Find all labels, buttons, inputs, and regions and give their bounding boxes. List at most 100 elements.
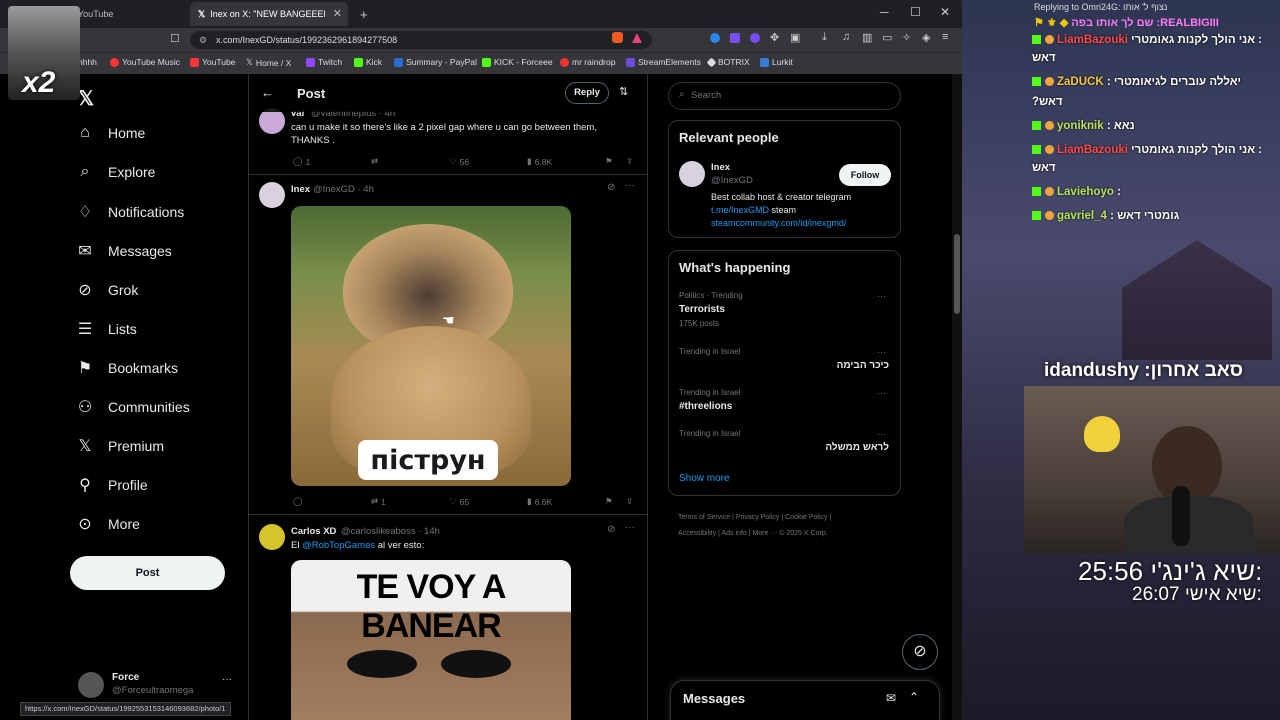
- messages-drawer[interactable]: Messages ✉ ⌃: [670, 680, 940, 720]
- bookmark-item[interactable]: 𝕏 Home / X: [246, 57, 291, 68]
- like-stat[interactable]: ♡ 65: [449, 496, 469, 507]
- sidebar-icon[interactable]: ▥: [862, 31, 872, 44]
- retweet-stat[interactable]: ⇄ 1: [371, 496, 386, 507]
- maximize-icon[interactable]: ☐: [910, 5, 921, 19]
- brave-shield-icon[interactable]: [612, 32, 623, 43]
- reply-stat[interactable]: ◯ 1: [293, 156, 310, 167]
- bookmark-item[interactable]: mr raindrop: [560, 57, 615, 67]
- more-dots-icon[interactable]: ···: [877, 347, 886, 357]
- bio-link[interactable]: t.me/InexGMD: [711, 205, 769, 215]
- bookmark-item[interactable]: Kick: [354, 57, 382, 67]
- vpn-icon[interactable]: ◈: [922, 31, 930, 44]
- nav-explore[interactable]: ⌕ Explore: [76, 163, 156, 181]
- bookmark-item[interactable]: YouTube Music: [110, 57, 180, 67]
- minimize-icon[interactable]: ─: [880, 5, 889, 19]
- avatar[interactable]: [679, 161, 705, 187]
- more-dots-icon[interactable]: ···: [877, 429, 886, 439]
- views-stat[interactable]: ▮ 6.6K: [527, 496, 552, 507]
- footer-links[interactable]: Terms of Service | Privacy Policy | Cook…: [678, 510, 902, 542]
- page-title: Post: [297, 86, 326, 101]
- retweet-icon[interactable]: ⇄: [371, 156, 378, 167]
- leo-icon[interactable]: ✧: [902, 31, 911, 44]
- bookmark-item[interactable]: Summary - PayPal: [394, 57, 477, 67]
- nav-premium[interactable]: 𝕏 Premium: [76, 436, 164, 456]
- trend-item[interactable]: Trending in Israel לראש ממשלה ···: [679, 429, 889, 453]
- grok-icon[interactable]: ⊘: [607, 182, 615, 193]
- grok-icon[interactable]: ⊘: [607, 524, 615, 535]
- nav-lists[interactable]: ☰ Lists: [76, 319, 137, 339]
- tweet[interactable]: val @valentinepius · 4h can u make it so…: [249, 104, 647, 180]
- menu-icon[interactable]: ≡: [942, 31, 948, 43]
- extension-icon[interactable]: [750, 33, 760, 43]
- download-icon[interactable]: ⤓: [822, 31, 827, 44]
- nav-communities[interactable]: ⚇ Communities: [76, 397, 190, 417]
- nav-home[interactable]: ⌂ Home: [76, 124, 145, 142]
- tweet[interactable]: Carlos XD @carloslikeaboss · 14h ⊘ ··· E…: [249, 522, 647, 720]
- follow-button[interactable]: Follow: [839, 164, 891, 186]
- extension-icon[interactable]: [730, 33, 740, 43]
- nav-more[interactable]: ⊙ More: [76, 514, 140, 534]
- bookmark-item[interactable]: BOTRIX: [706, 57, 750, 67]
- show-more-link[interactable]: Show more: [679, 473, 730, 484]
- trend-item[interactable]: Trending in Israel #threelions ···: [679, 388, 889, 412]
- mention-link[interactable]: @RobTopGames: [302, 540, 375, 551]
- wallet-icon[interactable]: ▭: [882, 31, 892, 44]
- views-stat[interactable]: ▮ 6.8K: [527, 156, 552, 167]
- media-icon[interactable]: ♫: [842, 31, 850, 43]
- scrollbar-thumb[interactable]: [954, 234, 960, 314]
- extension-icon[interactable]: [710, 33, 720, 43]
- back-arrow-icon[interactable]: ←: [261, 85, 274, 100]
- tweet-image[interactable]: TE VOY A BANEAR: [291, 560, 571, 720]
- like-stat[interactable]: ♡ 56: [449, 156, 469, 167]
- more-dots-icon[interactable]: ···: [625, 522, 635, 533]
- bookmark-icon[interactable]: ☐: [170, 32, 180, 45]
- search-input[interactable]: ⌕ Search: [668, 82, 901, 110]
- tweet[interactable]: Inex @InexGD · 4h ⊘ ··· піструн ◯ ⇄ 1 ♡ 65…: [249, 180, 647, 510]
- chevron-up-icon[interactable]: ⌃: [909, 690, 919, 704]
- bookmark-item[interactable]: KICK - Forceee: [482, 57, 553, 67]
- nav-notifications[interactable]: ♢ Notifications: [76, 202, 184, 222]
- trend-item[interactable]: Politics · Trending Terrorists 175K post…: [679, 291, 889, 328]
- nav-bookmarks[interactable]: ⚑ Bookmarks: [76, 358, 178, 378]
- new-tab-button[interactable]: +: [352, 2, 376, 26]
- trend-item[interactable]: Trending in Israel כיכר הבימה ···: [679, 347, 889, 371]
- capture-icon[interactable]: ▣: [790, 31, 800, 44]
- share-icon[interactable]: ⇪: [626, 156, 633, 167]
- share-icon[interactable]: ⇪: [626, 496, 633, 507]
- puzzle-icon[interactable]: ✥: [770, 31, 779, 44]
- reply-icon[interactable]: ◯: [293, 496, 303, 507]
- bookmark-icon[interactable]: ⚑: [605, 156, 613, 167]
- nav-messages[interactable]: ✉ Messages: [76, 241, 172, 261]
- bookmark-item[interactable]: StreamElements: [626, 57, 701, 67]
- page-scrollbar[interactable]: [952, 74, 962, 720]
- nav-profile[interactable]: ⚲ Profile: [76, 475, 148, 495]
- person-name[interactable]: Inex: [711, 162, 730, 173]
- brave-rewards-icon[interactable]: [632, 33, 642, 43]
- bookmark-item[interactable]: YouTube: [190, 57, 235, 67]
- tab-youtube[interactable]: YouTube: [70, 2, 190, 26]
- tab-x-post[interactable]: 𝕏 Inex on X: "NEW BANGEEEEEEE ✕: [190, 2, 348, 26]
- tweet-image[interactable]: піструн: [291, 206, 571, 486]
- more-dots-icon[interactable]: ···: [625, 180, 635, 191]
- settings-sliders-icon[interactable]: ⇅: [619, 85, 628, 98]
- post-button[interactable]: Post: [70, 556, 225, 590]
- x-logo-icon[interactable]: 𝕏: [78, 86, 94, 111]
- bio-link[interactable]: steamcommunity.com/id/inexgmd/: [711, 217, 891, 230]
- url-field[interactable]: ⚙ x.com/InexGD/status/199236296189427750…: [190, 31, 652, 49]
- grok-float-icon[interactable]: ⊘: [902, 634, 938, 670]
- bookmark-icon[interactable]: ⚑: [605, 496, 613, 507]
- close-window-icon[interactable]: ✕: [940, 5, 950, 19]
- close-tab-icon[interactable]: ✕: [333, 7, 342, 20]
- more-dots-icon[interactable]: ···: [877, 388, 886, 398]
- avatar: [78, 672, 104, 698]
- bookmark-item[interactable]: hhhh: [78, 57, 97, 67]
- bookmark-item[interactable]: Lurkit: [760, 57, 793, 67]
- more-dots-icon[interactable]: ···: [877, 291, 886, 301]
- nav-grok[interactable]: ⊘ Grok: [76, 280, 138, 300]
- reply-button[interactable]: Reply: [565, 82, 609, 104]
- new-message-icon[interactable]: ✉: [886, 691, 896, 705]
- more-dots-icon[interactable]: ···: [222, 674, 232, 685]
- bookmark-item[interactable]: Twitch: [306, 57, 342, 67]
- account-switcher[interactable]: Force @Forceultraomega ···: [78, 670, 248, 700]
- site-info-icon[interactable]: ⚙: [199, 31, 207, 49]
